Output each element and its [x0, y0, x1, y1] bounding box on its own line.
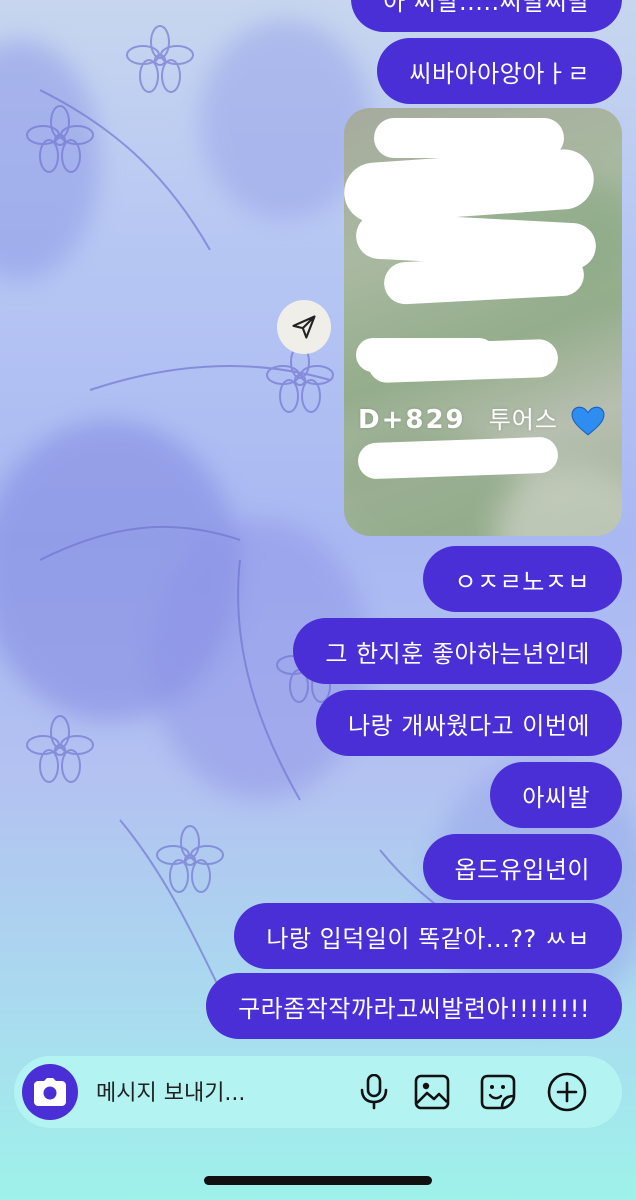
gallery-icon	[414, 1074, 450, 1110]
message-text: 씨바아아앙아ㅏㄹ	[409, 59, 590, 88]
message-text: ㅇㅈㄹ노ㅈㅂ	[454, 567, 590, 596]
photo-caption-text: 투어스	[488, 406, 558, 434]
sent-message[interactable]: 나랑 개싸웠다고 이번에	[315, 690, 622, 756]
redaction-scribble	[357, 436, 559, 480]
more-options-button[interactable]	[547, 1072, 587, 1112]
sticker-icon	[480, 1074, 516, 1110]
photo-caption-code: D+829	[358, 405, 466, 435]
message-text: 아 씨발.....씨발씨발	[383, 0, 590, 16]
microphone-button[interactable]	[354, 1072, 394, 1112]
sent-message[interactable]: 아씨발	[490, 762, 622, 828]
sent-message[interactable]: ㅇㅈㄹ노ㅈㅂ	[422, 546, 622, 612]
redaction-scribble	[367, 338, 559, 384]
sent-message[interactable]: 옵드유입년이	[422, 834, 622, 900]
sticker-button[interactable]	[478, 1072, 518, 1112]
blue-heart-icon	[571, 406, 605, 435]
sent-message[interactable]: 그 한지훈 좋아하는년인데	[293, 618, 622, 684]
message-text: 나랑 입덕일이 똑같아...?? ㅆㅂ	[266, 924, 590, 953]
camera-button[interactable]	[22, 1064, 78, 1120]
camera-icon	[34, 1078, 66, 1106]
send-arrow-icon	[292, 315, 316, 339]
share-button[interactable]	[277, 300, 331, 354]
message-text: 나랑 개싸웠다고 이번에	[347, 711, 590, 740]
message-text: 아씨발	[522, 783, 590, 812]
message-composer	[14, 1056, 622, 1128]
plus-icon	[547, 1072, 587, 1112]
redaction-scribble	[383, 252, 585, 306]
home-indicator[interactable]	[204, 1176, 432, 1185]
message-input[interactable]	[94, 1076, 348, 1110]
sent-message[interactable]: 나랑 입덕일이 똑같아...?? ㅆㅂ	[234, 903, 622, 969]
sent-message[interactable]: 구라좀작작까라고씨발련아!!!!!!!!	[206, 973, 622, 1039]
gallery-button[interactable]	[412, 1072, 452, 1112]
message-text: 옵드유입년이	[454, 855, 590, 884]
message-thread: 아 씨발.....씨발씨발 씨바아아앙아ㅏㄹ D+829 투어스 ㅇㅈㄹ노ㅈㅂ	[0, 0, 636, 1050]
microphone-icon	[360, 1074, 388, 1110]
sent-message[interactable]: 씨바아아앙아ㅏㄹ	[377, 38, 622, 104]
message-text: 구라좀작작까라고씨발련아!!!!!!!!	[238, 994, 590, 1023]
photo-caption: D+829 투어스	[358, 400, 605, 436]
sent-message[interactable]: 아 씨발.....씨발씨발	[351, 0, 622, 32]
shared-photo-message[interactable]: D+829 투어스	[344, 108, 622, 536]
message-text: 그 한지훈 좋아하는년인데	[325, 639, 590, 668]
